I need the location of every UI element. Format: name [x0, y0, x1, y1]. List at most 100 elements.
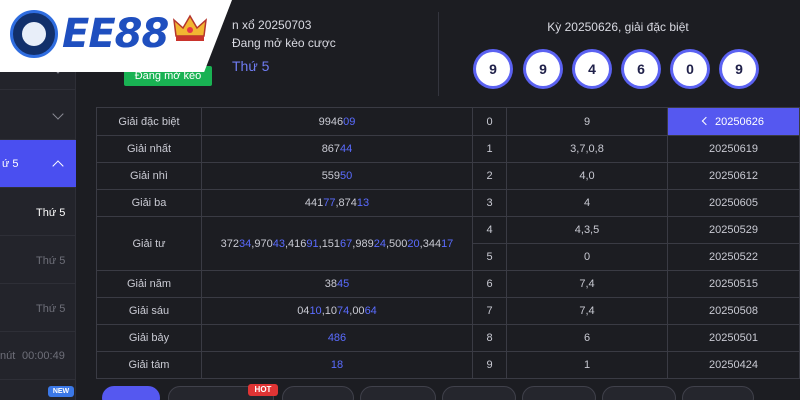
sidebar-subitem-4[interactable]: nút 00:00:49: [0, 332, 76, 380]
head-digit-table: 0 9 1 3,7,0,8 2 4,0 3 4 4 4,3,5 5 0 6 7,4 7 7,4 8 6 9 1: [472, 107, 668, 379]
head-digit: 9: [472, 351, 507, 379]
table-row: 20250424: [667, 351, 800, 379]
history-item[interactable]: 20250508: [667, 297, 800, 325]
sidebar-item-active[interactable]: ứ 5: [0, 140, 76, 188]
history-item[interactable]: 20250501: [667, 324, 800, 352]
table-row: Giải tư 37234,97043,41691,15167,98924,50…: [96, 216, 473, 271]
tab-active[interactable]: [102, 386, 160, 400]
chevron-up-icon: [52, 160, 64, 172]
tab[interactable]: [442, 386, 516, 400]
table-row: 20250501: [667, 324, 800, 352]
table-row: 20250605: [667, 189, 800, 217]
new-badge: NEW: [48, 386, 74, 397]
history-item[interactable]: 20250605: [667, 189, 800, 217]
prize-label: Giải bảy: [96, 324, 202, 352]
tab[interactable]: [360, 386, 436, 400]
history-item-label: 20250522: [709, 251, 758, 263]
result-ball: 6: [624, 52, 658, 86]
table-row: Giải năm 3845: [96, 270, 473, 298]
prize-value: 994609: [201, 107, 473, 136]
bottom-tab-bar: [96, 380, 800, 400]
sidebar-subitem-2[interactable]: Thứ 5: [0, 236, 76, 284]
head-digit: 4: [472, 216, 507, 244]
prize-value: 55950: [201, 162, 473, 190]
sidebar-item-2[interactable]: [0, 90, 76, 140]
table-row: 20250522: [667, 243, 800, 271]
results-panel: Giải đặc biệt 994609 Giải nhất 86744 Giả…: [96, 107, 800, 379]
prize-value: 18: [201, 351, 473, 379]
table-row: 1 3,7,0,8: [472, 135, 668, 163]
table-row: 4 4,3,5: [472, 216, 668, 244]
result-ball: 0: [673, 52, 707, 86]
history-item-active[interactable]: 20250626: [667, 107, 800, 136]
tab[interactable]: [522, 386, 596, 400]
history-item[interactable]: 20250612: [667, 162, 800, 190]
tab[interactable]: [682, 386, 754, 400]
table-row: Giải nhì 55950: [96, 162, 473, 190]
logo-emblem-icon: [10, 10, 58, 58]
chevron-left-icon: [701, 116, 711, 125]
head-digit: 1: [472, 135, 507, 163]
prize-value: 37234,97043,41691,15167,98924,50020,3441…: [201, 216, 473, 271]
prize-label: Giải tư: [96, 216, 202, 271]
table-row: Giải đặc biệt 994609: [96, 107, 473, 136]
history-item[interactable]: 20250619: [667, 135, 800, 163]
logo-text: EE88: [62, 11, 169, 57]
weekday-label: Thứ 5: [232, 58, 270, 74]
history-item-label: 20250508: [709, 305, 758, 317]
head-digit: 6: [472, 270, 507, 298]
table-row: Giải tám 18: [96, 351, 473, 379]
history-item-label: 20250619: [709, 143, 758, 155]
head-digit: 8: [472, 324, 507, 352]
tab[interactable]: [282, 386, 354, 400]
prize-label: Giải ba: [96, 189, 202, 217]
draw-label: n xổ 20250703: [232, 18, 312, 32]
table-row: 50: [472, 243, 668, 271]
result-ball: 9: [722, 52, 756, 86]
prize-table: Giải đặc biệt 994609 Giải nhất 86744 Giả…: [96, 107, 473, 379]
prize-label: Giải đặc biệt: [96, 107, 202, 136]
chevron-down-icon: [52, 108, 64, 120]
sidebar-subitem-1[interactable]: Thứ 5: [0, 188, 76, 236]
result-ball: 9: [526, 52, 560, 86]
history-item-label: 20250515: [709, 278, 758, 290]
table-row: 20250626: [667, 107, 800, 136]
prize-value: 486: [201, 324, 473, 352]
prize-value: 86744: [201, 135, 473, 163]
tail-digits: 1: [506, 351, 668, 379]
result-title: Kỳ 20250626, giải đặc biệt: [547, 20, 689, 34]
history-item-label: 20250612: [709, 170, 758, 182]
brand-logo[interactable]: EE88: [0, 0, 232, 72]
tail-digits: 4,3,5: [506, 216, 668, 244]
table-row: Giải bảy 486: [96, 324, 473, 352]
table-row: 20250508: [667, 297, 800, 325]
tab[interactable]: [602, 386, 676, 400]
table-row: 7 7,4: [472, 297, 668, 325]
history-item-label: 20250501: [709, 332, 758, 344]
tail-digits: 3,7,0,8: [506, 135, 668, 163]
prize-label: Giải nhất: [96, 135, 202, 163]
prize-label: Giải sáu: [96, 297, 202, 325]
prize-label: Giải tám: [96, 351, 202, 379]
sidebar-subitem-3[interactable]: Thứ 5: [0, 284, 76, 332]
sidebar-subitem-label: Thứ 5: [36, 255, 66, 267]
head-digit: 0: [472, 107, 507, 136]
table-row: 20250529: [667, 216, 800, 244]
table-row: 20250619: [667, 135, 800, 163]
table-row: 20250515: [667, 270, 800, 298]
tail-digits: 6: [506, 324, 668, 352]
prize-value: 44177,87413: [201, 189, 473, 217]
tail-digits: 4,0: [506, 162, 668, 190]
prize-label: Giải nhì: [96, 162, 202, 190]
history-item[interactable]: 20250522: [667, 243, 800, 271]
head-digit: 2: [472, 162, 507, 190]
table-row: Giải nhất 86744: [96, 135, 473, 163]
sidebar-subitem-label: Thứ 5: [36, 303, 66, 315]
sidebar-subitem-label: nút: [0, 350, 16, 362]
table-row: 91: [472, 351, 668, 379]
table-row: 34: [472, 189, 668, 217]
history-item[interactable]: 20250529: [667, 216, 800, 244]
history-item[interactable]: 20250424: [667, 351, 800, 379]
tail-digits: 0: [506, 243, 668, 271]
history-item[interactable]: 20250515: [667, 270, 800, 298]
